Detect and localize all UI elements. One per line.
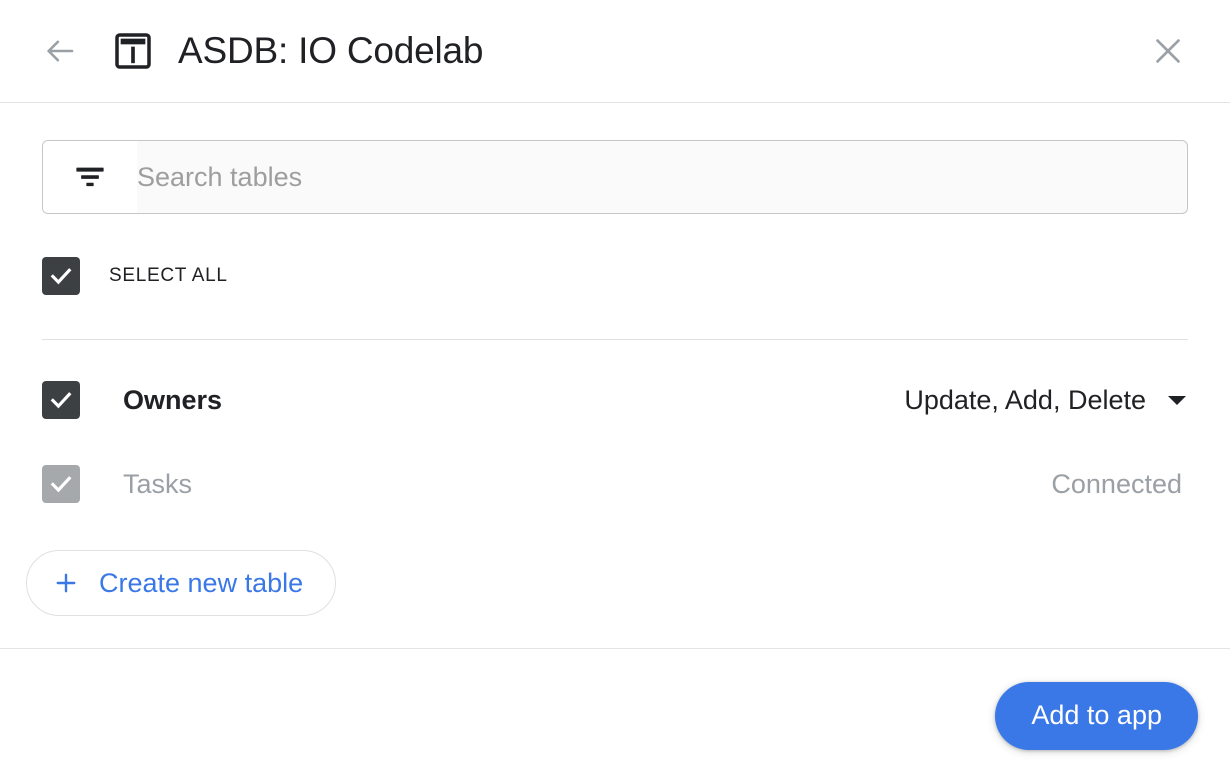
table-name: Owners (123, 384, 223, 415)
filter-icon-container (43, 141, 137, 213)
select-all-checkbox[interactable] (42, 257, 80, 295)
add-to-app-button[interactable]: Add to app (995, 681, 1198, 750)
check-icon (48, 387, 74, 413)
search-input[interactable] (137, 141, 1187, 213)
select-all-label: SELECT ALL (109, 265, 228, 286)
dialog-body: SELECT ALL Owners Update, Add, Delete (0, 103, 1230, 648)
add-tables-dialog: ASDB: IO Codelab Search tables SELECT AL… (0, 0, 1230, 782)
plus-icon (53, 570, 79, 596)
filter-icon (71, 158, 109, 196)
table-row[interactable]: Owners Update, Add, Delete (42, 358, 1188, 442)
permission-dropdown[interactable]: Update, Add, Delete (904, 385, 1188, 416)
connection-status: Connected (1051, 468, 1182, 499)
back-button[interactable] (36, 27, 84, 75)
permission-value: Update, Add, Delete (904, 384, 1146, 415)
create-new-table-button[interactable]: Create new table (26, 550, 337, 616)
table-row: Tasks Connected (42, 442, 1188, 526)
page-title: ASDB: IO Codelab (178, 29, 484, 71)
create-new-table-label: Create new table (99, 567, 304, 598)
arrow-left-icon (43, 34, 77, 68)
search-tables-field[interactable] (42, 140, 1188, 214)
dialog-header: ASDB: IO Codelab (0, 0, 1230, 103)
close-button[interactable] (1144, 27, 1192, 75)
select-all-row[interactable]: SELECT ALL (42, 256, 1188, 296)
dialog-footer: Add to app (0, 648, 1230, 782)
table-name: Tasks (123, 468, 193, 499)
check-icon (48, 263, 74, 289)
section-divider (42, 339, 1188, 340)
table-icon (112, 30, 154, 72)
check-icon (48, 471, 74, 497)
chevron-down-icon (1168, 395, 1186, 405)
close-icon (1151, 34, 1185, 68)
table-checkbox-tasks (42, 465, 80, 503)
table-checkbox-owners[interactable] (42, 381, 80, 419)
